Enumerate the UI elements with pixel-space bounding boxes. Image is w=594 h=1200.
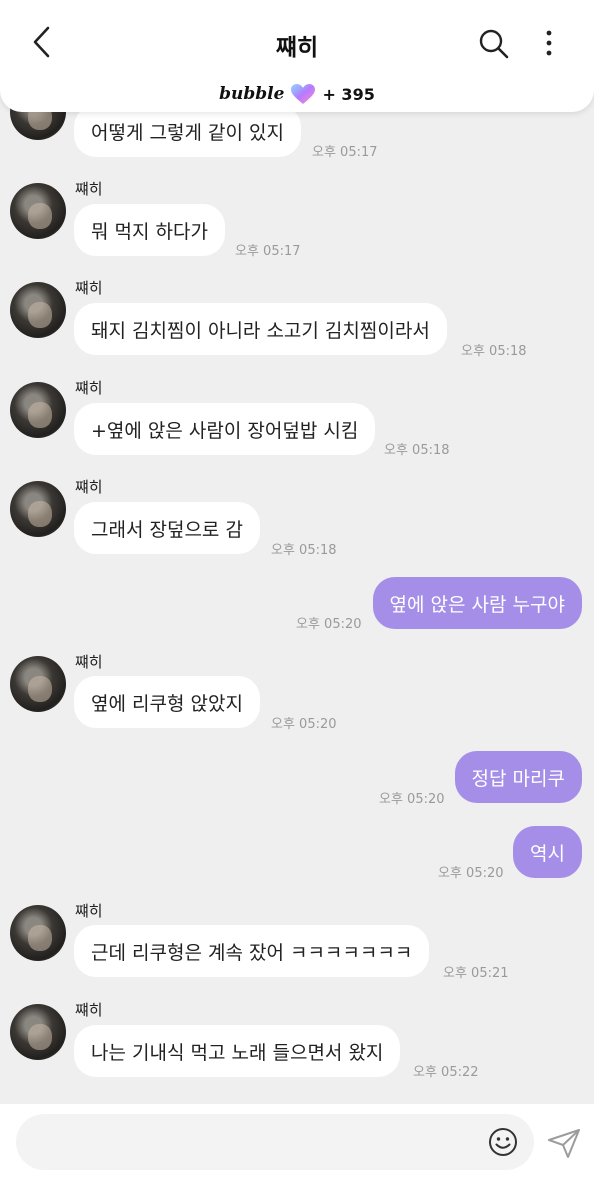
emoji-button[interactable]: [487, 1126, 519, 1158]
message-time: 오후 05:17: [312, 145, 378, 160]
message-time: 오후 05:17: [235, 244, 301, 259]
message-time: 오후 05:20: [296, 617, 362, 632]
avatar[interactable]: [10, 183, 66, 239]
avatar[interactable]: [10, 1004, 66, 1060]
message-time: 오후 05:20: [438, 866, 504, 881]
avatar[interactable]: [10, 481, 66, 537]
message-bubble-incoming: 근데 리쿠형은 계속 잤어 ㅋㅋㅋㅋㅋㅋㅋ: [74, 925, 430, 977]
message-bubble-incoming: 나는 기내식 먹고 노래 들으면서 왔지: [74, 1025, 401, 1077]
message-bubble-incoming: 어떻게 그렇게 같이 있지: [74, 105, 301, 157]
message-bubble-incoming: +옆에 앉은 사람이 장어덮밥 시킴: [74, 403, 376, 455]
sender-name: 쨰히: [75, 653, 103, 671]
avatar[interactable]: [10, 905, 66, 961]
smiley-face-icon: [489, 1128, 517, 1156]
message-input[interactable]: [16, 1114, 534, 1170]
message-time: 오후 05:20: [271, 717, 337, 732]
more-options-button[interactable]: [534, 24, 564, 64]
paper-plane-icon: [548, 1129, 580, 1158]
composer-bar: [0, 1104, 594, 1200]
avatar[interactable]: [10, 282, 66, 338]
sender-name: 쨰히: [75, 478, 103, 496]
sender-name: 쨰히: [75, 379, 103, 397]
avatar[interactable]: [10, 382, 66, 438]
bubble-brand: bubble: [219, 84, 285, 104]
message-bubble-outgoing: 정답 마리쿠: [454, 751, 582, 803]
message-bubble-outgoing: 역시: [513, 826, 582, 878]
search-button[interactable]: [474, 24, 514, 64]
bubble-subscription-row: bubble + 395: [0, 82, 594, 106]
sender-name: 쨰히: [75, 180, 103, 198]
vertical-ellipsis-icon: [546, 30, 552, 56]
bubble-count: + 395: [322, 84, 375, 104]
message-time: 오후 05:18: [384, 443, 450, 458]
message-bubble-outgoing: 옆에 앉은 사람 누구야: [372, 577, 582, 629]
search-icon: [479, 29, 509, 59]
avatar[interactable]: [10, 656, 66, 712]
message-time: 오후 05:18: [461, 344, 527, 359]
message-time: 오후 05:20: [379, 792, 445, 807]
message-bubble-incoming: 돼지 김치찜이 아니라 소고기 김치찜이라서: [74, 303, 447, 355]
message-bubble-incoming: 뭐 먹지 하다가: [74, 204, 225, 256]
message-time: 오후 05:21: [443, 966, 509, 981]
sender-name: 쨰히: [75, 1001, 103, 1019]
sender-name: 쨰히: [75, 902, 103, 920]
message-bubble-incoming: 그래서 장덮으로 감: [74, 502, 260, 554]
heart-icon: [291, 84, 316, 104]
send-button[interactable]: [546, 1126, 582, 1160]
sender-name: 쨰히: [75, 279, 103, 297]
chat-header: 쨰히 bubble + 395: [0, 0, 594, 112]
message-bubble-incoming: 옆에 리쿠형 앉았지: [74, 676, 260, 728]
message-time: 오후 05:22: [413, 1065, 479, 1080]
message-time: 오후 05:18: [271, 543, 337, 558]
